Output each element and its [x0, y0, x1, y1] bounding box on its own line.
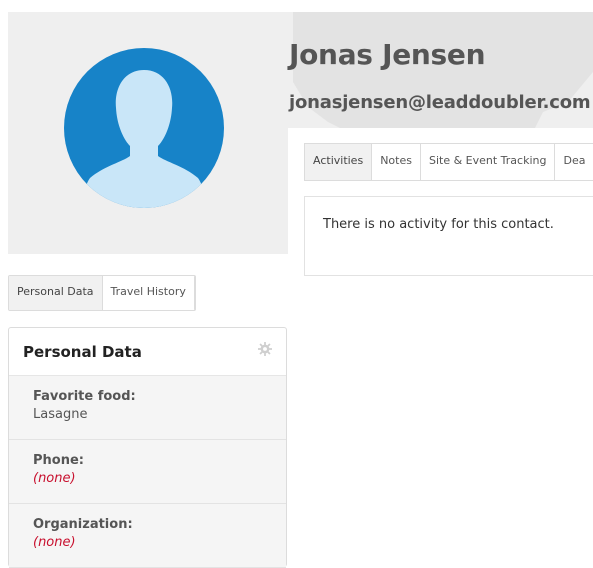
- activity-list: There is no activity for this contact.: [304, 196, 593, 276]
- tab-activities[interactable]: Activities: [305, 144, 373, 180]
- field-value[interactable]: Lasagne: [33, 407, 87, 422]
- field-value[interactable]: (none): [33, 471, 76, 486]
- activity-tabs: Activities Notes Site & Event Tracking D…: [304, 143, 593, 181]
- tab-deals[interactable]: Dea: [555, 144, 593, 180]
- field-label: Organization:: [33, 517, 133, 532]
- gear-icon[interactable]: [258, 342, 272, 356]
- field-label: Favorite food:: [33, 389, 136, 404]
- contact-name: Jonas Jensen: [289, 38, 486, 71]
- card-header: Personal Data: [9, 328, 286, 376]
- activity-panel: [288, 128, 593, 556]
- field-favorite-food: Favorite food: Lasagne: [9, 376, 286, 440]
- card-title: Personal Data: [23, 343, 142, 361]
- tab-personal-data[interactable]: Personal Data: [9, 276, 103, 310]
- tab-site-event-tracking[interactable]: Site & Event Tracking: [421, 144, 556, 180]
- contact-email[interactable]: jonasjensen@leaddoubler.com: [289, 92, 591, 113]
- profile-tabs: Personal Data Travel History: [8, 275, 196, 311]
- empty-activity-message: There is no activity for this contact.: [323, 217, 554, 232]
- personal-data-card: Personal Data Favorite food: Lasagne Pho…: [8, 327, 287, 568]
- field-label: Phone:: [33, 453, 84, 468]
- field-value[interactable]: (none): [33, 535, 76, 550]
- field-organization: Organization: (none): [9, 504, 286, 568]
- person-silhouette-icon: [84, 70, 204, 208]
- tab-travel-history[interactable]: Travel History: [103, 276, 195, 310]
- field-phone: Phone: (none): [9, 440, 286, 504]
- tab-notes[interactable]: Notes: [372, 144, 421, 180]
- avatar: [64, 48, 224, 208]
